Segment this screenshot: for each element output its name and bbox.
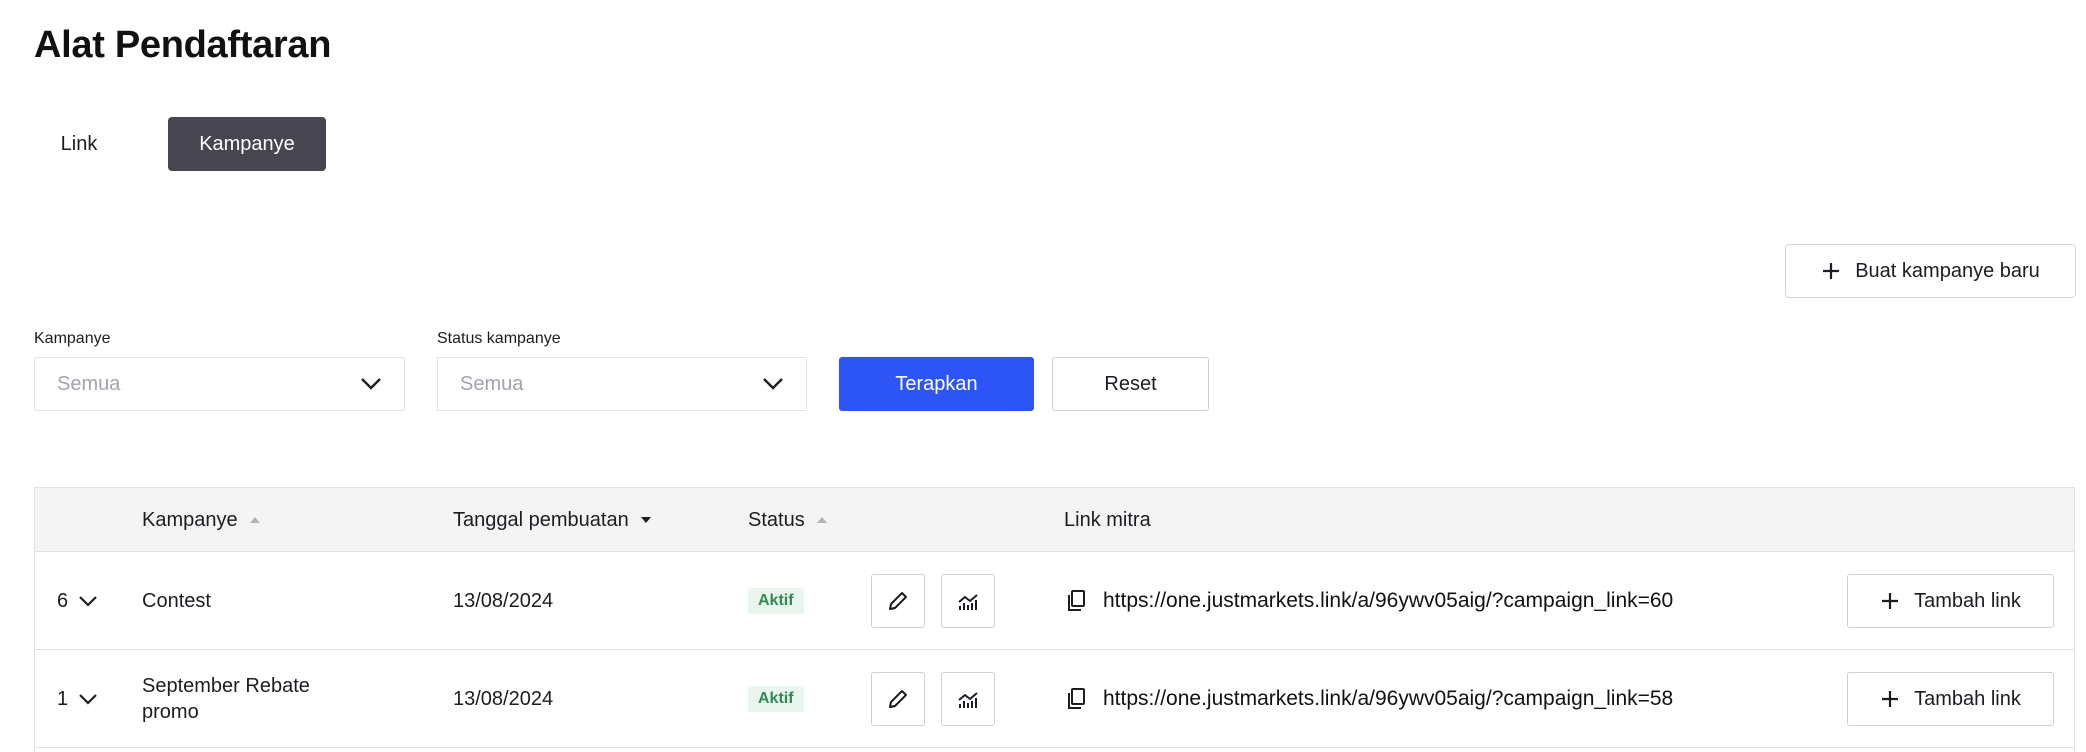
chevron-down-icon <box>762 377 784 391</box>
table-row: 6 Contest 13/08/2024 Aktif https://one.j… <box>35 552 2074 650</box>
partner-link-text: https://one.justmarkets.link/a/96ywv05ai… <box>1103 687 1674 710</box>
tab-link[interactable]: Link <box>34 117 124 171</box>
stats-icon <box>956 590 980 612</box>
add-link-label: Tambah link <box>1914 687 2021 710</box>
sort-up-icon <box>816 517 827 523</box>
column-created[interactable]: Tanggal pembuatan <box>453 488 651 552</box>
status-select[interactable]: Semua <box>437 357 807 411</box>
partner-link-cell: https://one.justmarkets.link/a/96ywv05ai… <box>1065 650 1673 748</box>
column-status[interactable]: Status <box>748 488 827 552</box>
plus-icon <box>1880 689 1900 709</box>
tab-campaign[interactable]: Kampanye <box>168 117 326 171</box>
column-status-label: Status <box>748 508 805 531</box>
new-campaign-label: Buat kampanye baru <box>1855 259 2040 282</box>
row-expander[interactable]: 6 <box>57 552 98 650</box>
campaign-table: Kampanye Tanggal pembuatan Status Link m… <box>34 487 2075 752</box>
chevron-down-icon <box>78 595 98 607</box>
copy-icon[interactable] <box>1065 589 1087 613</box>
chevron-down-icon <box>78 693 98 705</box>
campaign-filter-label: Kampanye <box>34 330 111 347</box>
created-date: 13/08/2024 <box>453 589 554 612</box>
new-campaign-button[interactable]: Buat kampanye baru <box>1785 244 2076 298</box>
campaign-name: September Rebate promo <box>142 675 310 723</box>
status-cell: Aktif <box>748 650 804 748</box>
pencil-icon <box>887 688 909 710</box>
campaign-select-value: Semua <box>57 372 121 395</box>
statistics-button[interactable] <box>941 672 995 726</box>
status-select-value: Semua <box>460 372 524 395</box>
table-header: Kampanye Tanggal pembuatan Status Link m… <box>35 488 2074 552</box>
chevron-down-icon <box>360 377 382 391</box>
row-expander[interactable]: 1 <box>57 650 98 748</box>
edit-button[interactable] <box>871 574 925 628</box>
column-campaign-label: Kampanye <box>142 508 238 531</box>
partner-link-cell: https://one.justmarkets.link/a/96ywv05ai… <box>1065 552 1673 650</box>
reset-button[interactable]: Reset <box>1052 357 1209 411</box>
edit-button[interactable] <box>871 672 925 726</box>
column-created-label: Tanggal pembuatan <box>453 508 629 531</box>
tab-bar: Link Kampanye <box>34 117 326 171</box>
stats-icon <box>956 688 980 710</box>
sort-up-icon <box>249 517 260 523</box>
plus-icon <box>1880 591 1900 611</box>
column-partner-link: Link mitra <box>1064 488 1151 552</box>
partner-link-text: https://one.justmarkets.link/a/96ywv05ai… <box>1103 589 1674 612</box>
created-date: 13/08/2024 <box>453 687 554 710</box>
add-link-button[interactable]: Tambah link <box>1847 672 2054 726</box>
copy-icon[interactable] <box>1065 687 1087 711</box>
page-title: Alat Pendaftaran <box>34 24 332 66</box>
plus-icon <box>1821 261 1841 281</box>
column-partner-link-label: Link mitra <box>1064 508 1151 531</box>
pencil-icon <box>887 590 909 612</box>
status-cell: Aktif <box>748 552 804 650</box>
campaign-select[interactable]: Semua <box>34 357 405 411</box>
sort-down-icon <box>640 517 651 523</box>
column-campaign[interactable]: Kampanye <box>142 488 260 552</box>
status-filter-label: Status kampanye <box>437 330 561 347</box>
row-link-count: 1 <box>57 687 69 710</box>
apply-button[interactable]: Terapkan <box>839 357 1034 411</box>
table-row: 1 September Rebate promo 13/08/2024 Akti… <box>35 650 2074 748</box>
status-badge: Aktif <box>748 686 804 712</box>
statistics-button[interactable] <box>941 574 995 628</box>
campaign-name: Contest <box>142 590 211 612</box>
status-badge: Aktif <box>748 588 804 614</box>
add-link-button[interactable]: Tambah link <box>1847 574 2054 628</box>
row-link-count: 6 <box>57 589 69 612</box>
add-link-label: Tambah link <box>1914 589 2021 612</box>
